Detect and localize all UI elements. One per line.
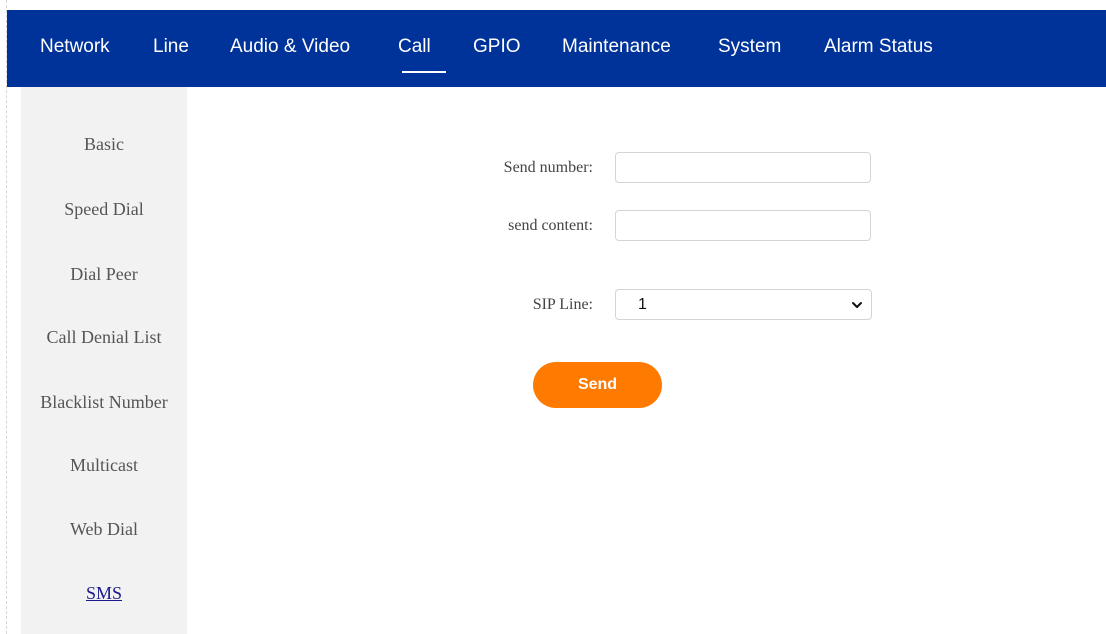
nav-tab-network[interactable]: Network xyxy=(40,36,110,58)
sidebar-item-speed-dial[interactable]: Speed Dial xyxy=(21,198,187,220)
nav-tab-line[interactable]: Line xyxy=(153,36,189,58)
sip-line-label: SIP Line: xyxy=(532,296,593,313)
nav-tab-alarm-status[interactable]: Alarm Status xyxy=(824,36,933,58)
sidebar-item-blacklist-number[interactable]: Blacklist Number xyxy=(21,391,187,413)
send-content-input[interactable] xyxy=(615,210,871,241)
sip-line-selected-value: 1 xyxy=(638,296,647,313)
top-navigation-bar: Network Line Audio & Video Call GPIO Mai… xyxy=(7,10,1106,87)
sip-line-select[interactable]: 1 xyxy=(615,289,872,320)
sidebar-item-call-denial-list[interactable]: Call Denial List xyxy=(21,326,187,348)
nav-tab-audio-video[interactable]: Audio & Video xyxy=(230,36,350,58)
send-number-input[interactable] xyxy=(615,152,871,183)
nav-tab-system[interactable]: System xyxy=(718,36,781,58)
send-content-label: send content: xyxy=(508,217,593,234)
sidebar-item-multicast[interactable]: Multicast xyxy=(21,454,187,476)
sidebar-item-web-dial[interactable]: Web Dial xyxy=(21,518,187,540)
send-number-label: Send number: xyxy=(503,159,593,176)
sidebar-item-dial-peer[interactable]: Dial Peer xyxy=(21,263,187,285)
chevron-down-icon xyxy=(852,302,862,308)
nav-active-indicator xyxy=(402,71,446,73)
page-left-border xyxy=(6,0,7,634)
sidebar: Basic Speed Dial Dial Peer Call Denial L… xyxy=(21,87,187,634)
nav-tab-gpio[interactable]: GPIO xyxy=(473,36,521,58)
send-button[interactable]: Send xyxy=(533,362,662,408)
sidebar-item-sms[interactable]: SMS xyxy=(21,582,187,604)
nav-tab-maintenance[interactable]: Maintenance xyxy=(562,36,671,58)
sidebar-item-basic[interactable]: Basic xyxy=(21,133,187,155)
nav-tab-call[interactable]: Call xyxy=(398,36,431,58)
